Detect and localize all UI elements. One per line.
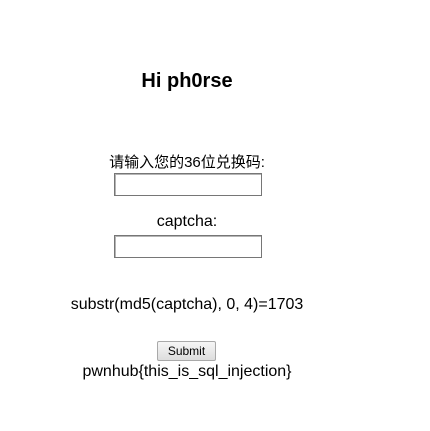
captcha-label: captcha: (156, 213, 218, 230)
flag-result: pwnhub{this_is_sql_injection} (82, 363, 292, 380)
captcha-hint: substr(md5(captcha), 0, 4)=1703 (70, 296, 304, 313)
greeting-title: Hi ph0rse (141, 70, 233, 92)
page: Hi ph0rse 请输入您的36位兑换码: captcha: substr(m… (0, 0, 430, 431)
redeem-code-input[interactable] (114, 173, 262, 196)
redeem-code-label: 请输入您的36位兑换码: (109, 154, 265, 171)
submit-button[interactable]: Submit (157, 341, 216, 361)
captcha-input[interactable] (114, 235, 262, 258)
